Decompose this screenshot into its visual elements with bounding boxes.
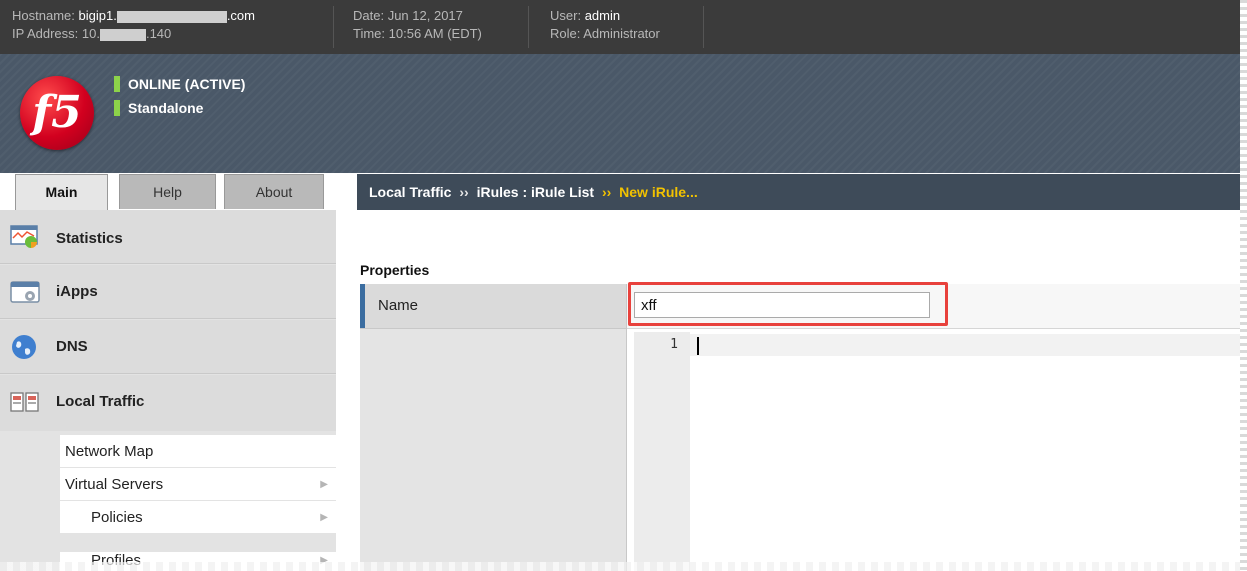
tab-main[interactable]: Main xyxy=(15,174,108,211)
date-label: Date: xyxy=(353,8,385,23)
tab-help[interactable]: Help xyxy=(119,174,216,209)
submenu-label: Network Map xyxy=(65,443,154,460)
f5-logo[interactable]: f5 xyxy=(20,76,94,150)
divider xyxy=(703,6,704,48)
user-info: User: admin Role: Administrator xyxy=(550,7,660,43)
divider xyxy=(333,6,334,48)
status-mode: Standalone xyxy=(114,100,203,116)
properties-heading: Properties xyxy=(360,262,430,278)
breadcrumb-current: New iRule... xyxy=(619,184,698,200)
ip-value: 10. xyxy=(81,26,100,41)
breadcrumb-separator: ›› xyxy=(601,184,612,200)
redacted-block xyxy=(116,10,227,23)
property-row-name: Name xyxy=(360,284,626,329)
dns-globe-icon xyxy=(12,335,36,359)
torn-edge-right xyxy=(1240,0,1247,571)
hostname-label: Hostname: xyxy=(12,8,75,23)
status-online: ONLINE (ACTIVE) xyxy=(114,76,245,92)
status-indicator xyxy=(114,76,120,92)
ip-label: IP Address: xyxy=(12,26,79,41)
submenu-policies[interactable]: Policies ▶ xyxy=(60,501,336,534)
hostname-suffix: .com xyxy=(226,8,255,23)
role-label: Role: xyxy=(550,26,581,41)
tab-about[interactable]: About xyxy=(224,174,324,209)
hostname-value: bigip1. xyxy=(78,8,117,23)
annotation-highlight-box xyxy=(628,282,948,326)
sidebar-item-label: Statistics xyxy=(56,230,123,247)
submenu-virtual-servers[interactable]: Virtual Servers ▶ xyxy=(60,468,336,501)
breadcrumb-separator: ›› xyxy=(459,184,469,200)
torn-edge-bottom xyxy=(0,562,1247,571)
chevron-right-icon: ▶ xyxy=(320,479,328,490)
host-info: Hostname: bigip1. .com IP Address: 10. .14… xyxy=(12,7,255,43)
iapps-icon xyxy=(10,281,40,303)
redacted-block xyxy=(99,28,146,41)
status-indicator xyxy=(114,100,120,116)
role-value: Administrator xyxy=(583,26,660,41)
time-label: Time: xyxy=(353,26,386,41)
statistics-icon xyxy=(10,225,38,248)
ip-suffix: .140 xyxy=(145,26,172,41)
row-accent xyxy=(360,284,365,328)
editor-gutter xyxy=(634,332,690,571)
date-value: Jun 12, 2017 xyxy=(387,8,463,23)
local-traffic-icon xyxy=(10,392,39,412)
sidebar-item-label: iApps xyxy=(56,283,98,300)
submenu-network-map[interactable]: Network Map xyxy=(60,435,336,468)
editor-active-line xyxy=(690,334,1247,356)
chevron-right-icon: ▶ xyxy=(320,512,328,523)
status-text: ONLINE (ACTIVE) xyxy=(128,76,246,92)
date-info: Date: Jun 12, 2017 Time: 10:56 AM (EDT) xyxy=(353,7,482,43)
user-value: admin xyxy=(584,8,621,23)
name-label: Name xyxy=(378,297,419,314)
banner: f5 ONLINE (ACTIVE) Standalone xyxy=(0,54,1247,173)
sidebar-item-label: Local Traffic xyxy=(56,393,145,410)
status-mode-text: Standalone xyxy=(128,100,204,116)
breadcrumb: Local Traffic ›› iRules : iRule List ›› … xyxy=(357,174,1247,210)
sidebar-item-iapps[interactable]: iApps xyxy=(0,265,336,319)
time-value: 10:56 AM (EDT) xyxy=(388,26,482,41)
editor-line-number: 1 xyxy=(670,337,678,352)
definition-editor[interactable] xyxy=(627,332,1247,571)
submenu-label: Policies xyxy=(91,509,143,526)
breadcrumb-irule-list[interactable]: iRules : iRule List xyxy=(477,184,594,200)
sidebar-item-dns[interactable]: DNS xyxy=(0,320,336,374)
sidebar-item-statistics[interactable]: Statistics xyxy=(0,210,336,264)
sidebar-item-local-traffic[interactable]: Local Traffic xyxy=(0,375,336,431)
submenu-label: Virtual Servers xyxy=(65,476,164,493)
sidebar-gutter xyxy=(336,210,357,571)
sidebar-item-label: DNS xyxy=(56,338,88,355)
user-label: User: xyxy=(550,8,582,23)
breadcrumb-local-traffic[interactable]: Local Traffic xyxy=(369,184,451,200)
top-info-bar: Hostname: bigip1. .com IP Address: 10. .14… xyxy=(0,0,1247,54)
editor-cursor xyxy=(697,337,699,355)
divider xyxy=(528,6,529,48)
